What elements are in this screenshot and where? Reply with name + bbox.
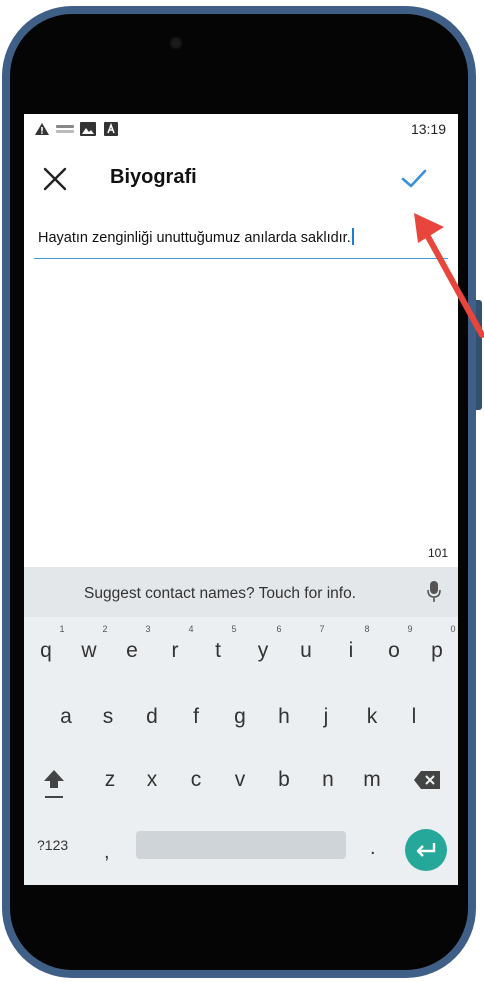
check-icon[interactable] — [400, 166, 428, 190]
key-hint-6: 6 — [276, 624, 282, 634]
shift-icon[interactable] — [42, 768, 66, 802]
key-z[interactable]: z — [90, 768, 130, 792]
status-time: 13:19 — [410, 121, 446, 137]
page-title: Biyografi — [110, 166, 197, 188]
key-hint-2: 2 — [102, 624, 108, 634]
space-key[interactable] — [136, 831, 346, 859]
key-i[interactable]: i — [331, 639, 371, 663]
comma-key[interactable]: , — [104, 841, 110, 864]
key-hint-0: 0 — [450, 624, 456, 634]
notification-icon — [104, 122, 118, 136]
backspace-icon[interactable] — [413, 770, 441, 790]
key-b[interactable]: b — [264, 768, 304, 792]
key-j[interactable]: j — [306, 705, 346, 729]
key-k[interactable]: k — [352, 705, 392, 729]
key-h[interactable]: h — [264, 705, 304, 729]
status-bar: 13:19 — [24, 114, 458, 142]
bio-input-value: Hayatın zenginliği unuttuğumuz anılarda … — [38, 230, 351, 246]
cast-icon — [56, 125, 74, 133]
key-m[interactable]: m — [352, 768, 392, 792]
key-x[interactable]: x — [132, 768, 172, 792]
key-a[interactable]: a — [46, 705, 86, 729]
key-p[interactable]: p — [417, 639, 457, 663]
key-w[interactable]: w — [69, 639, 109, 663]
key-q[interactable]: q — [26, 639, 66, 663]
key-hint-9: 9 — [407, 624, 413, 634]
key-s[interactable]: s — [88, 705, 128, 729]
key-f[interactable]: f — [176, 705, 216, 729]
period-key[interactable]: . — [370, 837, 376, 860]
key-c[interactable]: c — [176, 768, 216, 792]
warning-icon — [35, 123, 49, 135]
key-t[interactable]: t — [198, 639, 238, 663]
key-hint-5: 5 — [231, 624, 237, 634]
enter-icon — [416, 843, 436, 857]
key-y[interactable]: y — [243, 639, 283, 663]
screen: 13:19 Biyografi Hayatın zenginliği unutt… — [24, 114, 458, 885]
key-v[interactable]: v — [220, 768, 260, 792]
key-e[interactable]: e — [112, 639, 152, 663]
key-g[interactable]: g — [220, 705, 260, 729]
suggestion-bar[interactable]: Suggest contact names? Touch for info. — [24, 567, 458, 617]
image-icon — [80, 122, 96, 136]
key-l[interactable]: l — [394, 705, 434, 729]
keyboard: Suggest contact names? Touch for info. q… — [24, 567, 458, 885]
key-hint-4: 4 — [188, 624, 194, 634]
bio-input[interactable]: Hayatın zenginliği unuttuğumuz anılarda … — [34, 218, 448, 259]
key-hint-1: 1 — [59, 624, 65, 634]
key-hint-7: 7 — [319, 624, 325, 634]
symbols-key[interactable]: ?123 — [37, 837, 68, 853]
character-counter: 101 — [427, 546, 448, 560]
key-hint-8: 8 — [364, 624, 370, 634]
bio-input-text: Hayatın zenginliği unuttuğumuz anılarda … — [38, 228, 354, 246]
key-n[interactable]: n — [308, 768, 348, 792]
suggestion-text: Suggest contact names? Touch for info. — [84, 585, 356, 602]
key-u[interactable]: u — [286, 639, 326, 663]
key-o[interactable]: o — [374, 639, 414, 663]
key-d[interactable]: d — [132, 705, 172, 729]
close-icon[interactable] — [42, 166, 68, 192]
microphone-icon[interactable] — [427, 580, 441, 604]
key-hint-3: 3 — [145, 624, 151, 634]
enter-key[interactable] — [405, 829, 447, 871]
top-bar: Biyografi — [24, 154, 458, 202]
annotation-arrow — [414, 213, 484, 338]
text-cursor — [351, 228, 354, 245]
key-r[interactable]: r — [155, 639, 195, 663]
front-camera — [171, 38, 181, 48]
